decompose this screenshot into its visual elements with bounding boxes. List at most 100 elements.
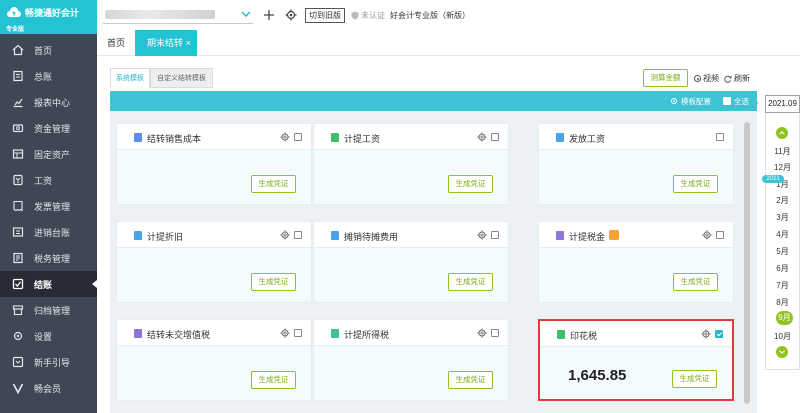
period-month[interactable]: 4月 xyxy=(765,229,800,240)
period-month[interactable]: 7月 xyxy=(765,280,800,291)
measure-amount-button[interactable]: 测算金额 xyxy=(643,69,688,87)
gear-icon[interactable] xyxy=(702,230,712,240)
card-checkbox[interactable] xyxy=(294,231,302,239)
period-month[interactable]: 10月 xyxy=(765,331,800,342)
generate-voucher-button[interactable]: 生成凭证 xyxy=(448,273,493,291)
generate-voucher-button[interactable]: 生成凭证 xyxy=(672,370,717,388)
refresh-icon xyxy=(724,75,732,83)
sidebar-item[interactable]: 固定资产 xyxy=(0,141,97,167)
shield-icon xyxy=(351,11,359,19)
sidebar-item[interactable]: 结账 xyxy=(0,271,97,297)
picker-collapse-icon[interactable]: » xyxy=(754,98,762,110)
carryover-card: 计提折旧 生成凭证 xyxy=(116,221,312,303)
main-content: 系统模板 自定义结转模板 测算金额 视频 刷新 模板配置 全选 结转销售成本生成… xyxy=(97,56,800,413)
video-option[interactable]: 视频 xyxy=(694,73,719,84)
sidebar-item[interactable]: 工资 xyxy=(0,167,97,193)
company-select[interactable] xyxy=(103,6,253,24)
period-month[interactable]: 6月 xyxy=(765,263,800,274)
card-header: 发放工资 xyxy=(539,124,733,150)
app-logo[interactable]: 畅捷通好会计 专业版 xyxy=(0,0,97,34)
period-up-icon[interactable] xyxy=(776,127,788,139)
salary-icon xyxy=(13,174,23,186)
subtab-system-templates[interactable]: 系统模板 xyxy=(110,68,150,88)
period-month[interactable]: 9月 xyxy=(776,311,793,325)
gear-icon xyxy=(671,98,677,104)
close-icon[interactable]: × xyxy=(186,30,191,56)
gear-icon[interactable] xyxy=(477,328,487,338)
sidebar-item[interactable]: 进销台账 xyxy=(0,219,97,245)
period-down-icon[interactable] xyxy=(776,346,788,358)
sidebar-item[interactable]: 归档管理 xyxy=(0,297,97,323)
sidebar-item[interactable]: 资金管理 xyxy=(0,115,97,141)
card-checkbox[interactable] xyxy=(491,231,499,239)
template-config-button[interactable]: 模板配置 xyxy=(670,96,711,107)
scrollbar-thumb[interactable] xyxy=(744,122,750,404)
period-month[interactable]: 2月 xyxy=(765,195,800,206)
tab-home[interactable]: 首页 xyxy=(107,30,125,56)
card-checkbox[interactable] xyxy=(716,231,724,239)
refresh-option[interactable]: 刷新 xyxy=(724,73,750,84)
template-config-label: 模板配置 xyxy=(681,96,711,106)
carryover-card: 摊销待摊费用 生成凭证 xyxy=(313,221,509,303)
sidebar-item[interactable]: 报表中心 xyxy=(0,89,97,115)
sidebar-item[interactable]: 首页 xyxy=(0,37,97,63)
chevron-down-icon xyxy=(241,11,251,17)
closing-icon xyxy=(12,278,24,290)
generate-voucher-button[interactable]: 生成凭证 xyxy=(673,273,718,291)
sidebar-item[interactable]: 税务管理 xyxy=(0,245,97,271)
tab-period-end-carryover[interactable]: 期末结转 × xyxy=(135,30,197,56)
sidebar-item[interactable]: 新手引导 xyxy=(0,349,97,375)
gear-icon[interactable] xyxy=(280,230,290,240)
generate-voucher-button[interactable]: 生成凭证 xyxy=(448,175,493,193)
carryover-card: 计提工资生成凭证 xyxy=(313,123,509,205)
period-month[interactable]: 5月 xyxy=(765,246,800,257)
certification-status[interactable]: 未认证 xyxy=(351,10,385,21)
generate-voucher-button[interactable]: 生成凭证 xyxy=(673,175,718,193)
period-month[interactable]: 11月 xyxy=(765,146,800,157)
sidebar-item-label: 工资 xyxy=(34,175,53,186)
tax-badge-icon xyxy=(609,230,619,240)
card-type-icon xyxy=(134,231,142,240)
gear-icon[interactable] xyxy=(280,132,290,142)
generate-voucher-button[interactable]: 生成凭证 xyxy=(251,273,296,291)
cert-status-text: 未认证 xyxy=(361,10,385,20)
video-label: 视频 xyxy=(703,74,719,83)
switch-old-version-button[interactable]: 切到旧版 xyxy=(305,7,345,23)
period-month[interactable]: 3月 xyxy=(765,212,800,223)
generate-voucher-button[interactable]: 生成凭证 xyxy=(251,371,296,389)
select-all-checkbox[interactable]: 全选 xyxy=(723,96,749,107)
sidebar-item[interactable]: 总账 xyxy=(0,63,97,89)
card-checkbox[interactable] xyxy=(294,133,302,141)
sidebar-item-label: 总账 xyxy=(34,71,53,82)
card-checkbox[interactable] xyxy=(491,329,499,337)
period-month[interactable]: 12月 xyxy=(765,162,800,173)
guide-icon xyxy=(12,356,24,368)
year-tag: 2021 xyxy=(762,175,784,183)
card-checkbox[interactable] xyxy=(294,329,302,337)
gear-icon[interactable] xyxy=(701,329,711,339)
generate-voucher-button[interactable]: 生成凭证 xyxy=(251,175,296,193)
subtab-custom-templates[interactable]: 自定义结转模板 xyxy=(150,68,213,88)
app-edition: 专业版 xyxy=(6,27,25,33)
card-header: 结转销售成本 xyxy=(117,124,311,150)
sidebar-item[interactable]: 发票管理 xyxy=(0,193,97,219)
gear-icon[interactable] xyxy=(285,9,297,21)
sidebar-item[interactable]: 畅会员 xyxy=(0,375,97,401)
asset-icon xyxy=(12,149,24,159)
current-period[interactable]: 2021.09 xyxy=(765,95,800,113)
card-checkbox[interactable] xyxy=(491,133,499,141)
gear-icon[interactable] xyxy=(280,328,290,338)
card-checkbox[interactable] xyxy=(716,133,724,141)
card-title: 印花税 xyxy=(570,331,598,341)
gear-icon[interactable] xyxy=(477,132,487,142)
gear-icon[interactable] xyxy=(477,230,487,240)
generate-voucher-button[interactable]: 生成凭证 xyxy=(448,371,493,389)
sidebar-item[interactable]: 设置 xyxy=(0,323,97,349)
page-tabs: 首页 期末结转 × xyxy=(97,30,800,56)
carryover-card: 计提所得税 生成凭证 xyxy=(313,319,509,401)
card-checkbox[interactable] xyxy=(715,330,723,338)
plus-icon[interactable] xyxy=(263,9,275,21)
card-header: 计提工资 xyxy=(314,124,508,150)
card-type-icon xyxy=(331,329,339,338)
period-month[interactable]: 8月 xyxy=(765,297,800,308)
